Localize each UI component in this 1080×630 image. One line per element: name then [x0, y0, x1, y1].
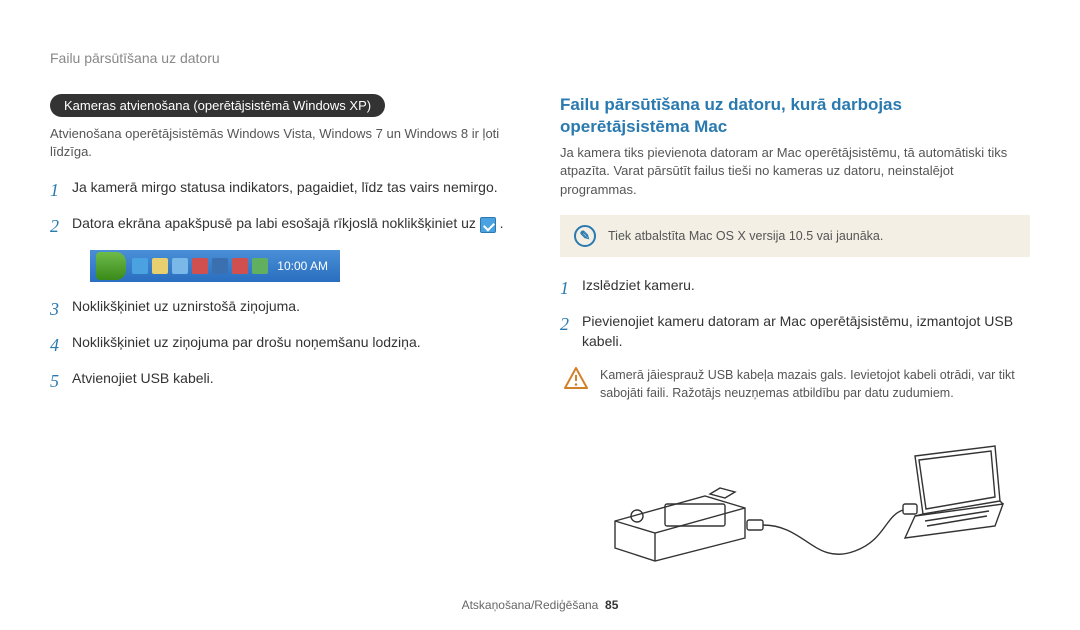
page-footer: Atskaņošana/Rediģēšana 85 [0, 598, 1080, 612]
tray-icon [172, 258, 188, 274]
step-text: Datora ekrāna apakšpusē pa labi esošajā … [72, 213, 520, 233]
step-number: 5 [50, 368, 72, 394]
tray-icon [192, 258, 208, 274]
note-box: ✎ Tiek atbalstīta Mac OS X versija 10.5 … [560, 215, 1030, 257]
step-text: Atvienojiet USB kabeli. [72, 368, 520, 388]
intro-text: Ja kamera tiks pievienota datoram ar Mac… [560, 144, 1030, 199]
step-number: 2 [560, 311, 582, 337]
footer-section: Atskaņošana/Rediģēšana [462, 598, 599, 612]
tray-icon [212, 258, 228, 274]
step-number: 4 [50, 332, 72, 358]
content-columns: Kameras atvienošana (operētājsistēmā Win… [50, 94, 1030, 581]
step-number: 3 [50, 296, 72, 322]
step-text: Noklikšķiniet uz uznirstošā ziņojuma. [72, 296, 520, 316]
taskbar-clock: 10:00 AM [277, 259, 334, 273]
warning-icon [564, 367, 588, 402]
connection-illustration [560, 426, 1030, 581]
left-column: Kameras atvienošana (operētājsistēmā Win… [50, 94, 520, 581]
step-text: Pievienojiet kameru datoram ar Mac operē… [582, 311, 1030, 352]
note-text: Tiek atbalstīta Mac OS X versija 10.5 va… [608, 229, 883, 243]
section-pill: Kameras atvienošana (operētājsistēmā Win… [50, 94, 385, 117]
step-5: 5 Atvienojiet USB kabeli. [50, 368, 520, 394]
step-2: 2 Pievienojiet kameru datoram ar Mac ope… [560, 311, 1030, 352]
warning-text: Kamerā jāiesprauž USB kabeļa mazais gals… [600, 367, 1026, 402]
page-number: 85 [605, 598, 618, 612]
warning-box: Kamerā jāiesprauž USB kabeļa mazais gals… [560, 361, 1030, 408]
step-text: Noklikšķiniet uz ziņojuma par drošu noņe… [72, 332, 520, 352]
tray-icon [232, 258, 248, 274]
info-icon: ✎ [574, 225, 596, 247]
step-text: Izslēdziet kameru. [582, 275, 1030, 295]
windows-taskbar: 10:00 AM [90, 250, 340, 282]
step-number: 1 [50, 177, 72, 203]
step-number: 2 [50, 213, 72, 239]
start-button-icon [96, 252, 126, 280]
step-1: 1 Ja kamerā mirgo statusa indikators, pa… [50, 177, 520, 203]
step-text: Ja kamerā mirgo statusa indikators, paga… [72, 177, 520, 197]
tray-icon [252, 258, 268, 274]
step-4: 4 Noklikšķiniet uz ziņojuma par drošu no… [50, 332, 520, 358]
right-column: Failu pārsūtīšana uz datoru, kurā darboj… [560, 94, 1030, 581]
step-1: 1 Izslēdziet kameru. [560, 275, 1030, 301]
page-header: Failu pārsūtīšana uz datoru [50, 50, 1030, 66]
tray-icon [132, 258, 148, 274]
step-3: 3 Noklikšķiniet uz uznirstošā ziņojuma. [50, 296, 520, 322]
safely-remove-icon [480, 217, 496, 233]
step-number: 1 [560, 275, 582, 301]
section-title: Failu pārsūtīšana uz datoru, kurā darboj… [560, 94, 1030, 138]
tray-icon [152, 258, 168, 274]
intro-text: Atvienošana operētājsistēmās Windows Vis… [50, 125, 520, 161]
step-2: 2 Datora ekrāna apakšpusē pa labi esošaj… [50, 213, 520, 239]
